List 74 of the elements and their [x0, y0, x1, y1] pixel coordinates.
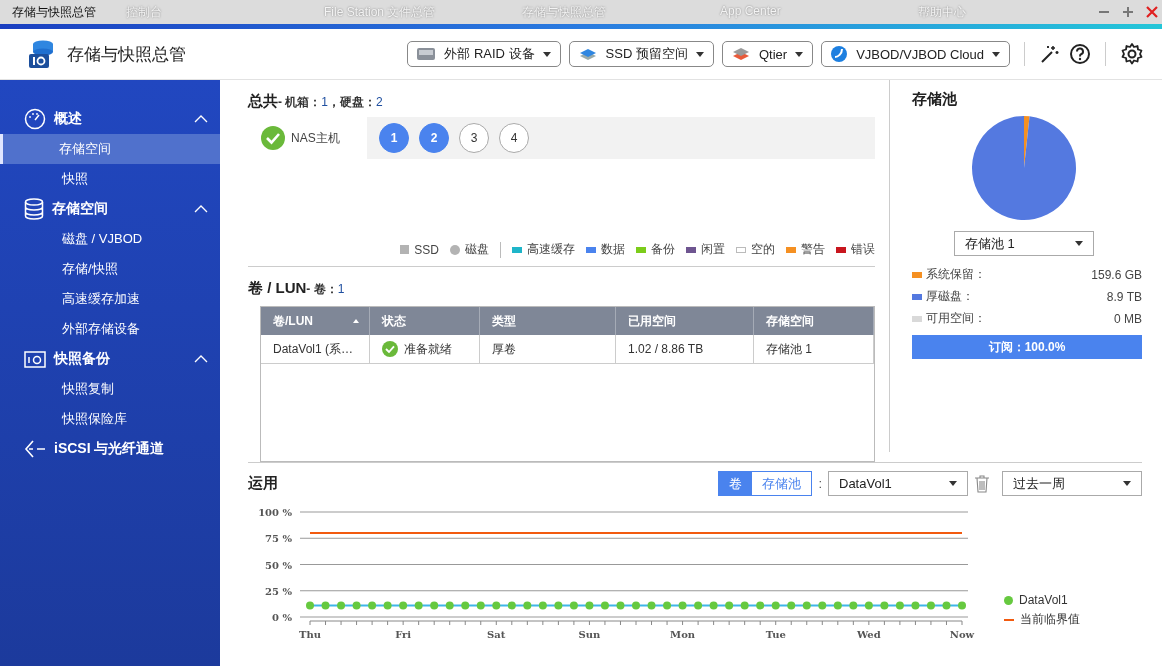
legend-label: 警告 [801, 241, 825, 258]
legend-label: 空的 [751, 241, 775, 258]
legend-label: 数据 [601, 241, 625, 258]
legend-label: SSD [414, 242, 439, 257]
sidebar-item[interactable]: 高速缓存加速 [0, 284, 220, 314]
header-dropdown[interactable]: VJBOD/VJBOD Cloud [821, 41, 1010, 67]
sidebar-item[interactable]: 存储空间 [0, 134, 220, 164]
column-header[interactable]: 类型 [480, 307, 616, 335]
volumes-heading: 卷 / LUN- 卷：1 [248, 279, 346, 298]
column-header[interactable]: 卷/LUN [261, 307, 370, 335]
axis-label: Now [949, 629, 975, 640]
axis-label: 100 % [258, 507, 292, 518]
column-header[interactable]: 已用空间 [616, 307, 754, 335]
enclosure-label: NAS主机 [291, 129, 340, 147]
legend-value: 159.6 GB [1091, 267, 1142, 282]
column-header[interactable]: 状态 [370, 307, 480, 335]
axis-label: 25 % [265, 585, 292, 597]
sidebar-item[interactable]: 存储/快照 [0, 254, 220, 284]
legend-label: 当前临界值 [1020, 611, 1080, 628]
sidebar-section[interactable]: iSCSI 与光纤通道 [0, 434, 220, 464]
sidebar-item[interactable]: 磁盘 / VJBOD [0, 224, 220, 254]
disk-slot[interactable]: 1 [379, 123, 409, 153]
sidebar-item[interactable]: 外部存储设备 [0, 314, 220, 344]
axis-label: Tue [765, 629, 786, 640]
legend-label: 厚磁盘： [926, 288, 975, 305]
axis-label: Mon [670, 629, 696, 640]
legend-label: 闲置 [701, 241, 725, 258]
legend-value: 0 MB [1114, 311, 1142, 326]
sidebar-item[interactable]: 快照复制 [0, 374, 220, 404]
axis-label: 50 % [265, 559, 292, 571]
header-dropdown[interactable]: 外部 RAID 设备 [407, 41, 561, 67]
usage-heading: 运用 [248, 474, 278, 493]
volume-select[interactable]: DataVol1 [828, 471, 968, 496]
disk-slot[interactable]: 4 [499, 123, 529, 153]
legend-label: 备份 [651, 241, 675, 258]
toggle-tab[interactable]: 卷 [719, 472, 753, 495]
axis-label: 0 % [272, 612, 292, 623]
legend-value: 8.9 TB [1106, 289, 1142, 304]
table-cell: 准备就绪 [404, 340, 452, 358]
legend-label: 系统保留： [926, 266, 987, 283]
table-cell: DataVol1 (系… [261, 335, 370, 363]
legend-label: 高速缓存 [527, 241, 575, 258]
legend-label: 磁盘 [465, 241, 489, 258]
axis-label: Sun [578, 629, 601, 640]
disk-slot[interactable]: 2 [419, 123, 449, 153]
period-select[interactable]: 过去一周 [1002, 471, 1142, 496]
subscription-bar: 订阅：100.0% [912, 335, 1142, 359]
axis-label: 75 % [265, 533, 292, 545]
header-dropdown[interactable]: Qtier [721, 41, 814, 67]
axis-label: Fri [395, 629, 412, 640]
legend-label: 错误 [851, 241, 875, 258]
table-cell: 1.02 / 8.86 TB [616, 335, 754, 363]
column-header[interactable]: 存储空间 [754, 307, 874, 335]
axis-label: Sat [487, 629, 506, 640]
axis-label: Wed [856, 629, 881, 640]
pool-heading: 存储池 [912, 90, 958, 109]
legend-label: 可用空间： [926, 310, 987, 327]
sidebar-section[interactable]: 存储空间 [0, 194, 220, 224]
summary-heading: 总共- 机箱：1，硬盘：2 [248, 92, 384, 111]
app-title: 存储与快照总管 [67, 43, 186, 66]
legend-label: DataVol1 [1019, 593, 1068, 607]
disk-slot[interactable]: 3 [459, 123, 489, 153]
separator-label: : [818, 476, 822, 491]
table-cell: 厚卷 [480, 335, 616, 363]
sidebar-section[interactable]: 概述 [0, 104, 220, 134]
header-dropdown[interactable]: SSD 预留空间 [568, 41, 714, 67]
window-title: 存储与快照总管 [11, 3, 97, 21]
axis-label: Thu [299, 629, 321, 640]
table-row[interactable]: DataVol1 (系… 准备就绪 厚卷 1.02 / 8.86 TB 存储池 1 [261, 335, 874, 364]
sidebar-item[interactable]: 快照保险库 [0, 404, 220, 434]
sidebar-section[interactable]: 快照备份 [0, 344, 220, 374]
sidebar-item[interactable]: 快照 [0, 164, 220, 194]
pool-select[interactable]: 存储池 1 [954, 231, 1094, 256]
table-cell: 存储池 1 [754, 335, 874, 363]
